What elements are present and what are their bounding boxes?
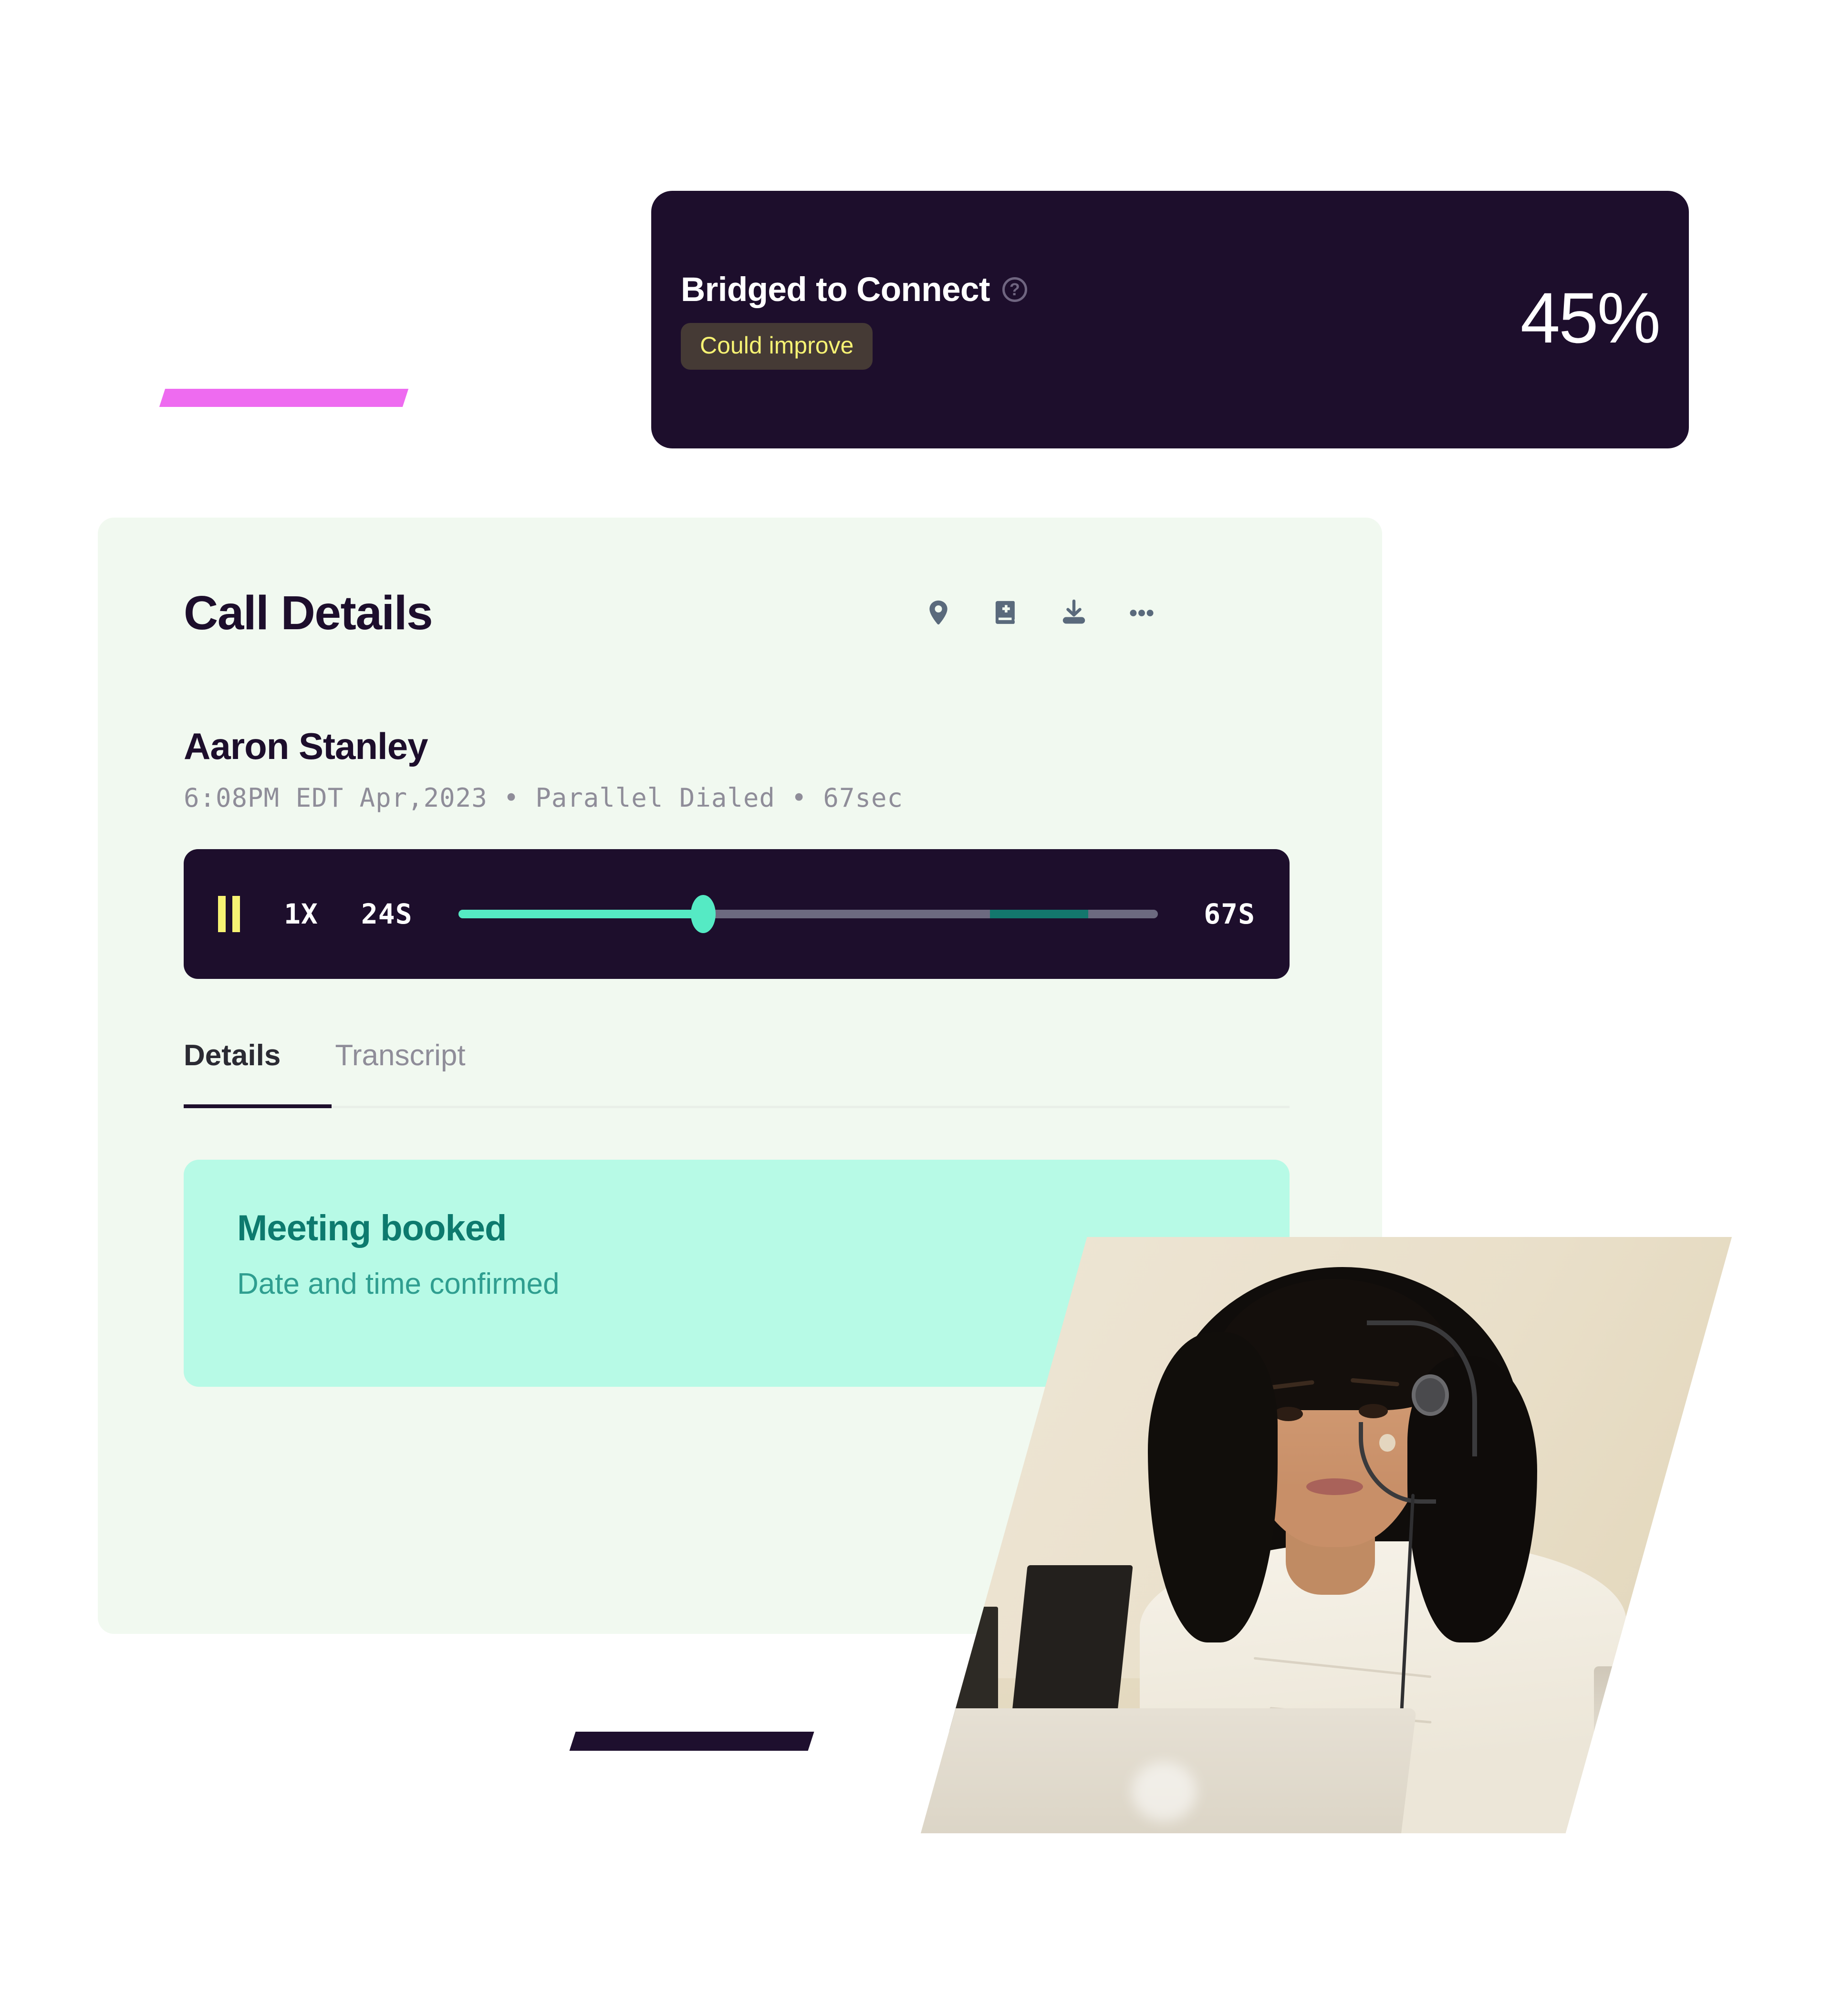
page-title: Call Details	[184, 586, 433, 640]
photo-headset-earpiece	[1411, 1374, 1449, 1416]
score-card-title: Bridged to Connect	[681, 270, 990, 309]
magenta-accent-bar	[159, 389, 409, 407]
photo-earring	[1379, 1434, 1395, 1452]
contact-name: Aaron Stanley	[184, 725, 428, 767]
audio-player: 1X 24S 67S	[184, 849, 1290, 979]
photo-lips	[1306, 1478, 1363, 1496]
score-title-row: Bridged to Connect ?	[681, 273, 1027, 307]
photo-eye	[1273, 1407, 1303, 1422]
question-mark-circle-icon[interactable]: ?	[1002, 277, 1027, 302]
photo-laptop-highlight	[1132, 1762, 1197, 1821]
progress-segment	[990, 910, 1088, 919]
tab-bar: Details Transcript	[184, 1041, 1290, 1109]
book-plus-icon[interactable]	[991, 598, 1021, 628]
photo-bottle	[1594, 1666, 1651, 1833]
tab-transcript[interactable]: Transcript	[335, 1041, 520, 1070]
more-horizontal-icon[interactable]	[1126, 598, 1157, 628]
header-actions	[923, 598, 1157, 628]
progress-thumb[interactable]	[690, 895, 716, 934]
download-icon[interactable]	[1059, 598, 1089, 628]
location-pin-icon[interactable]	[923, 598, 954, 628]
playback-speed[interactable]: 1X	[284, 900, 318, 928]
elapsed-time: 24S	[361, 898, 413, 931]
tab-active-underline	[184, 1104, 332, 1109]
progress-fill	[458, 910, 703, 919]
score-card-value: 45%	[1520, 278, 1661, 358]
score-card-left: Bridged to Connect ? Could improve	[681, 270, 1027, 370]
pause-icon[interactable]	[218, 896, 240, 933]
total-duration: 67S	[1204, 898, 1255, 931]
contact-meta: 6:08PM EDT Apr,2023 • Parallel Dialed • …	[184, 783, 903, 813]
call-details-header: Call Details	[184, 589, 1286, 637]
dark-accent-bar	[569, 1732, 814, 1751]
progress-slider[interactable]	[458, 895, 1158, 934]
status-badge: Could improve	[681, 322, 873, 370]
bridged-to-connect-card: Bridged to Connect ? Could improve 45%	[651, 191, 1689, 448]
tab-details[interactable]: Details	[184, 1041, 335, 1070]
